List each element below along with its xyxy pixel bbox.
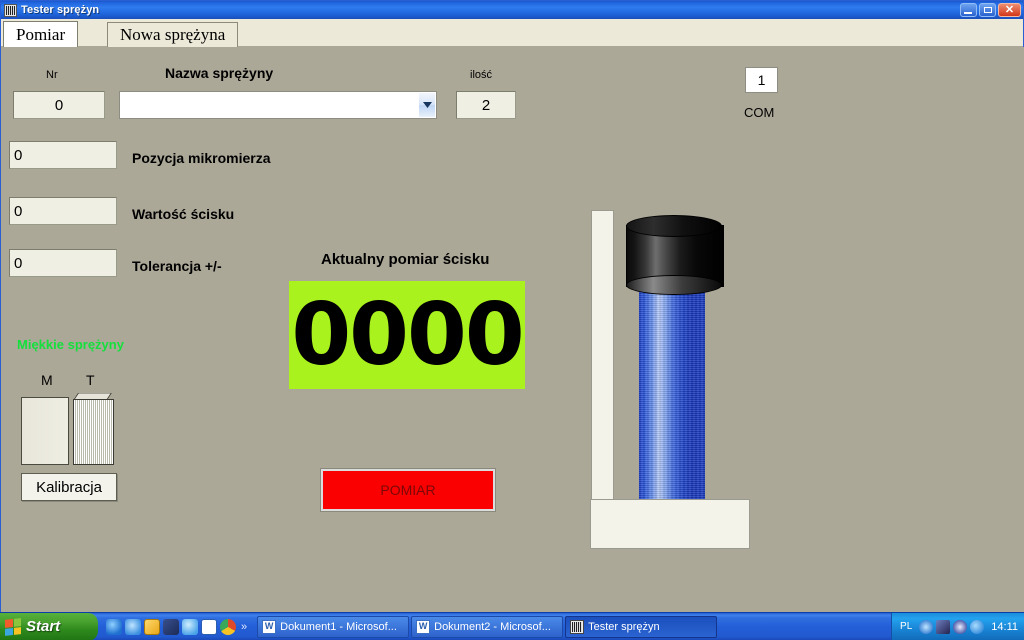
word-icon[interactable]	[201, 618, 217, 635]
system-tray: PL 14:11	[891, 612, 1024, 640]
nr-label: Nr	[46, 69, 58, 81]
calibration-button[interactable]: Kalibracja	[21, 473, 117, 501]
client-area: Nr 0 Nazwa sprężyny ilość 2 1 COM 0 Pozy…	[1, 47, 1024, 612]
task-item-label: Dokument2 - Microsof...	[434, 620, 551, 633]
internet-explorer-icon[interactable]	[106, 618, 122, 635]
com-port-field[interactable]: 1	[745, 67, 778, 93]
volume-icon[interactable]	[953, 619, 968, 634]
quantity-field[interactable]: 2	[456, 91, 516, 119]
spring-name-combobox[interactable]	[119, 91, 437, 119]
quick-launch-bar: »	[98, 616, 251, 638]
chevron-down-icon[interactable]	[419, 93, 435, 117]
spring-type-status: Miękkie sprężyny	[17, 337, 124, 352]
start-button[interactable]: Start	[0, 612, 98, 640]
nr-field[interactable]: 0	[13, 91, 105, 119]
window-controls	[960, 2, 1021, 18]
chrome-icon[interactable]	[220, 618, 236, 635]
tolerance-field[interactable]: 0	[9, 249, 117, 277]
spring-name-label: Nazwa sprężyny	[165, 65, 274, 81]
press-head-bottom-ellipse	[626, 275, 722, 295]
app-icon	[570, 619, 585, 634]
tab-nowa-sprezyna[interactable]: Nowa sprężyna	[107, 22, 239, 47]
machine-base-plate	[590, 499, 750, 549]
desktop-screen: Tester sprężyn Pomiar Nowa sprężyna Nr 0…	[0, 0, 1024, 640]
compression-value-label: Wartość ścisku	[132, 206, 235, 222]
task-item-dokument1[interactable]: Dokument1 - Microsof...	[257, 615, 410, 638]
machine-column	[591, 210, 614, 502]
indicator-panel-t[interactable]	[69, 393, 116, 465]
quick-launch-overflow-icon[interactable]: »	[241, 621, 247, 633]
task-item-tester-sprezyn[interactable]: Tester sprężyn	[565, 615, 718, 638]
task-item-label: Tester sprężyn	[588, 620, 660, 633]
measurement-display: 0000	[289, 281, 525, 389]
tolerance-label: Tolerancja +/-	[132, 258, 222, 274]
indicator-label-m: M	[41, 372, 53, 388]
restore-button[interactable]	[979, 3, 996, 17]
word-icon	[262, 619, 277, 634]
app-icon	[4, 3, 17, 17]
measurement-value: 0000	[291, 285, 524, 385]
word-icon	[416, 619, 431, 634]
windows-flag-icon	[5, 617, 21, 636]
winamp-icon[interactable]	[163, 618, 179, 635]
micrometer-position-label: Pozycja mikromierza	[132, 150, 271, 166]
spring-name-input[interactable]	[120, 92, 418, 118]
task-list: Dokument1 - Microsof... Dokument2 - Micr…	[257, 615, 891, 638]
spring-cylinder	[639, 292, 705, 502]
indicator-panel-m[interactable]	[21, 397, 69, 465]
application-window: Tester sprężyn Pomiar Nowa sprężyna Nr 0…	[0, 0, 1024, 612]
browser-icon[interactable]	[125, 618, 141, 635]
clock[interactable]: 14:11	[991, 621, 1018, 633]
tab-pomiar[interactable]: Pomiar	[3, 21, 79, 47]
press-machine-graphic	[586, 162, 761, 557]
quantity-label: ilość	[470, 69, 493, 81]
com-port-label: COM	[744, 105, 775, 120]
window-title: Tester sprężyn	[21, 4, 100, 16]
title-bar[interactable]: Tester sprężyn	[1, 1, 1023, 19]
tab-strip: Pomiar Nowa sprężyna	[1, 19, 1023, 47]
language-indicator[interactable]: PL	[900, 621, 912, 632]
measure-button[interactable]: POMIAR	[320, 468, 496, 512]
compression-value-field[interactable]: 0	[9, 197, 117, 225]
minimize-button[interactable]	[960, 3, 977, 17]
taskbar: Start » Dokument1 - Microsof... Dokument…	[0, 612, 1024, 640]
calibration-indicator-group	[21, 393, 116, 465]
start-label: Start	[26, 618, 61, 635]
task-item-label: Dokument1 - Microsof...	[280, 620, 397, 633]
current-measurement-title: Aktualny pomiar ścisku	[321, 251, 490, 268]
back-arrow-icon[interactable]	[919, 619, 934, 634]
press-head	[626, 215, 724, 295]
indicator-label-t: T	[86, 372, 95, 388]
micrometer-position-field[interactable]: 0	[9, 141, 117, 169]
media-player-icon[interactable]	[144, 618, 160, 635]
indicator-striped-face	[73, 399, 114, 465]
close-button[interactable]	[998, 2, 1021, 18]
messenger-icon[interactable]	[970, 619, 985, 634]
network-icon[interactable]	[936, 619, 951, 634]
press-head-top-ellipse	[626, 215, 722, 237]
task-item-dokument2[interactable]: Dokument2 - Microsof...	[411, 615, 564, 638]
globe-icon[interactable]	[182, 618, 198, 635]
